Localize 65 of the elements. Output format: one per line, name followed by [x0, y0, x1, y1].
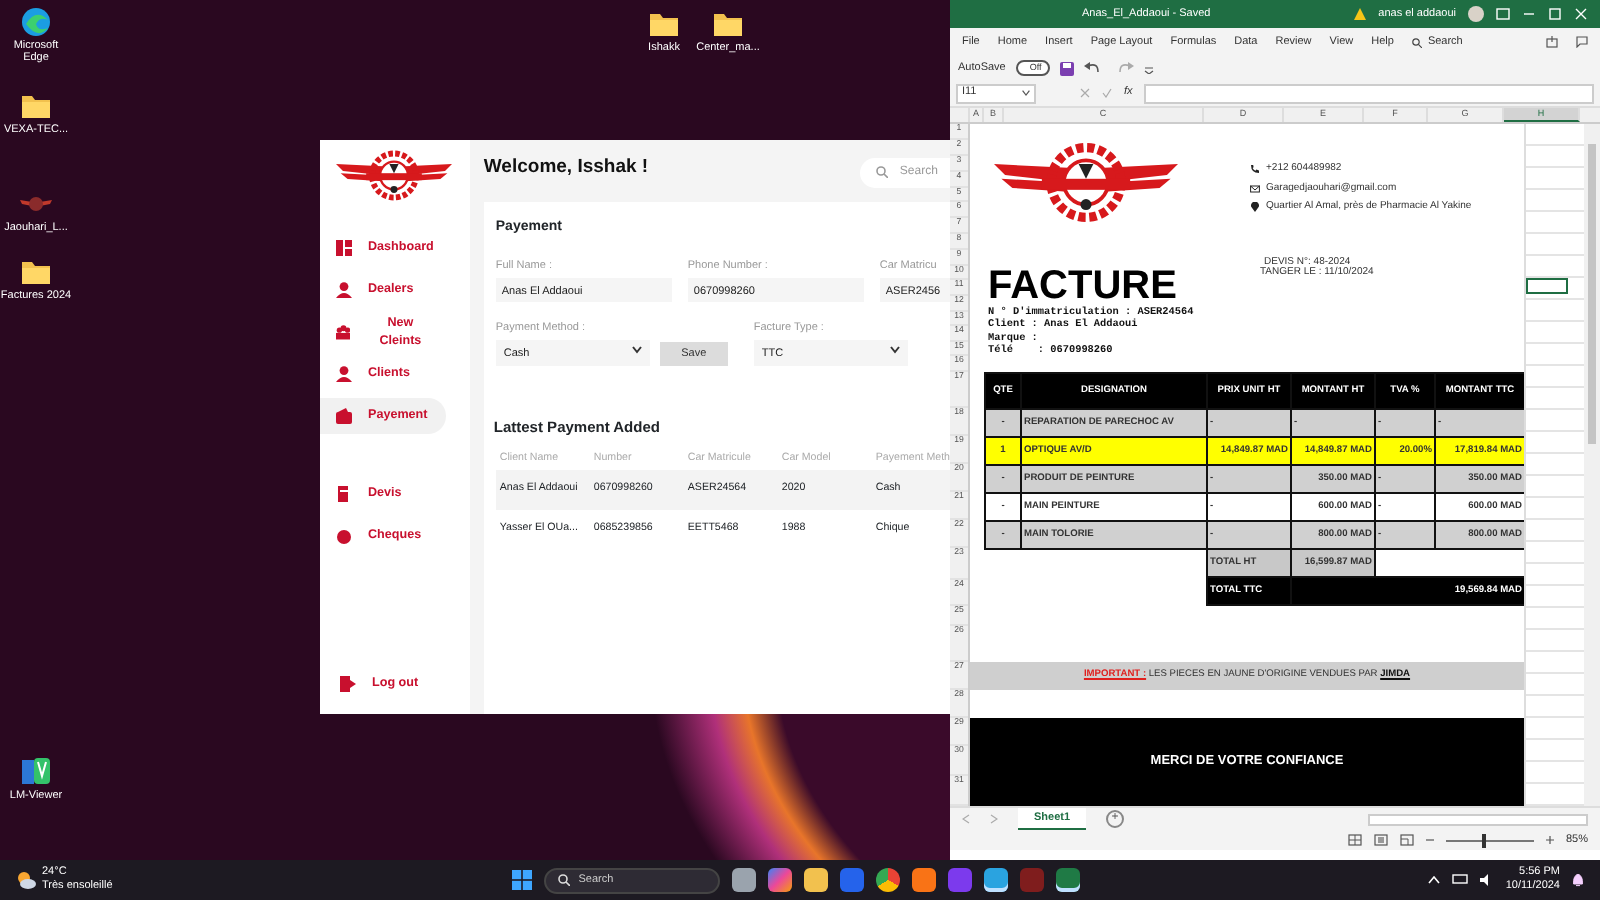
zoom-out-icon: [1425, 836, 1434, 844]
speaker-icon: [1479, 874, 1494, 886]
person-icon: [336, 282, 352, 299]
minimize-icon: [1522, 8, 1536, 20]
phone-icon: [1250, 164, 1260, 175]
folder-icon: [20, 256, 52, 288]
avatar-icon: [1468, 6, 1484, 22]
taskbar-app-icon[interactable]: [1056, 868, 1081, 892]
folder-icon: [648, 8, 680, 40]
app-window-icon: [20, 756, 52, 788]
redo-icon: [1113, 61, 1134, 75]
zoom-in-icon: [1545, 836, 1554, 844]
page-break-icon: [1399, 834, 1414, 846]
next-sheet-icon: [990, 814, 998, 824]
cancel-icon: [1080, 88, 1090, 98]
sun-cloud-icon: [16, 870, 36, 890]
winged-gear-logo-drawing: [336, 150, 453, 203]
person-icon: [336, 366, 352, 383]
folder-icon: [712, 8, 744, 40]
taskbar-app-icon[interactable]: [984, 868, 1009, 892]
chevron-down-icon: [631, 346, 642, 354]
chevron-down-icon: [889, 346, 900, 354]
undo-icon: [1083, 61, 1104, 75]
maximize-icon: [1548, 8, 1562, 20]
check-icon: [1102, 88, 1112, 98]
ribbon-display-icon: [1496, 8, 1510, 20]
formula-input[interactable]: [1144, 83, 1594, 103]
chevron-down-icon: [1022, 90, 1030, 96]
map-pin-icon: [1250, 202, 1260, 213]
comment-icon: [1576, 36, 1588, 48]
taskbar-app-icon[interactable]: [912, 868, 937, 892]
taskbar-app-icon[interactable]: [732, 868, 757, 892]
scrollbar-thumb[interactable]: [1588, 144, 1596, 444]
invoice-title: FACTURE: [988, 266, 1177, 306]
warning-icon: [1354, 8, 1367, 20]
chevron-up-icon: [1427, 876, 1440, 884]
start-icon: [512, 870, 533, 890]
folder-icon: [20, 90, 52, 122]
logout-icon: [340, 676, 356, 692]
grid-icon: [336, 240, 352, 257]
people-icon: [336, 324, 351, 341]
selected-cell[interactable]: [1526, 278, 1568, 294]
envelope-icon: [1250, 183, 1260, 194]
document-icon: [336, 486, 352, 503]
normal-view-icon: [1347, 834, 1362, 846]
taskbar-app-icon[interactable]: [804, 868, 829, 892]
search-icon: [1411, 37, 1422, 47]
search-icon: [558, 874, 571, 886]
share-icon: [1546, 36, 1558, 48]
wallet-icon: [336, 408, 352, 425]
network-icon: [1451, 874, 1468, 886]
save-icon: [1059, 61, 1074, 75]
previous-sheet-icon: [962, 814, 970, 824]
browser-swirl-icon: [20, 6, 52, 38]
horizontal-scrollbar[interactable]: [1368, 813, 1588, 825]
customize-icon: [1143, 63, 1154, 73]
close-icon: [1574, 8, 1588, 20]
page-layout-icon: [1373, 834, 1388, 846]
welcome-heading: Welcome, Isshak !: [483, 153, 649, 182]
bell-icon: [1572, 873, 1584, 887]
taskbar-app-icon[interactable]: [768, 868, 793, 892]
zoom-slider-thumb[interactable]: [1481, 833, 1486, 847]
search-icon: [875, 166, 888, 178]
coin-icon: [336, 528, 352, 545]
taskbar-app-icon[interactable]: [876, 868, 901, 892]
